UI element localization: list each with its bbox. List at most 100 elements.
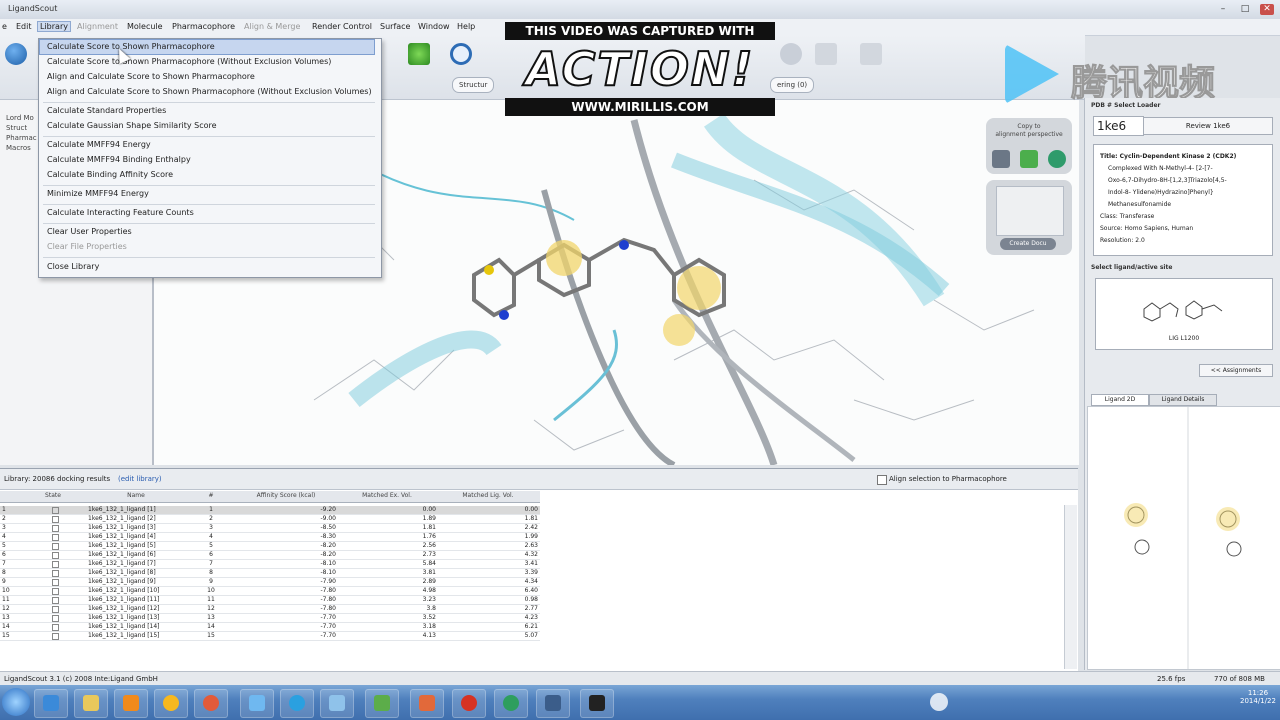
- tab-ligand-2d[interactable]: Ligand 2D: [1091, 394, 1149, 406]
- menu-surface[interactable]: Surface: [380, 22, 410, 31]
- menu-item-gaussian-shape[interactable]: Calculate Gaussian Shape Similarity Scor…: [47, 119, 217, 133]
- menu-item-minimize-energy[interactable]: Minimize MMFF94 Energy: [47, 187, 149, 201]
- tab-ligand-details[interactable]: Ligand Details: [1149, 394, 1217, 406]
- table-row[interactable]: 11 1ke6_132_1_ligand [11] 11 -7.80 3.23 0.98: [0, 596, 540, 605]
- add-feature-icon[interactable]: [408, 43, 430, 65]
- column-header[interactable]: Name: [86, 492, 186, 499]
- assignments-button[interactable]: << Assignments: [1199, 364, 1273, 377]
- align-checkbox[interactable]: [877, 475, 887, 485]
- menu-item-clear-user-properties[interactable]: Clear User Properties: [47, 225, 132, 239]
- table-row[interactable]: 9 1ke6_132_1_ligand [9] 9 -7.90 2.89 4.34: [0, 578, 540, 587]
- menu-alignment[interactable]: Alignment: [77, 22, 118, 31]
- refresh-icon[interactable]: [1048, 150, 1066, 168]
- state-checkbox[interactable]: [52, 534, 59, 541]
- table-row[interactable]: 10 1ke6_132_1_ligand [10] 10 -7.80 4.98 6.40: [0, 587, 540, 596]
- table-row[interactable]: 5 1ke6_132_1_ligand [5] 5 -8.20 2.56 2.63: [0, 542, 540, 551]
- table-row[interactable]: 14 1ke6_132_1_ligand [14] 14 -7.70 3.18 6.21: [0, 623, 540, 632]
- rotate-icon[interactable]: [860, 43, 882, 65]
- menu-help[interactable]: Help: [457, 22, 475, 31]
- menu-window[interactable]: Window: [418, 22, 450, 31]
- maximize-icon[interactable]: □: [1238, 4, 1252, 15]
- taskbar-app[interactable]: [580, 689, 614, 718]
- help-tray-icon[interactable]: [930, 693, 948, 711]
- menu-library[interactable]: Library: [37, 21, 71, 32]
- state-checkbox[interactable]: [52, 597, 59, 604]
- taskbar-app[interactable]: [410, 689, 444, 718]
- menu-item-mmff94-enthalpy[interactable]: Calculate MMFF94 Binding Enthalpy: [47, 153, 191, 167]
- structure-pill[interactable]: Structur: [452, 77, 495, 93]
- taskbar-app[interactable]: [280, 689, 314, 718]
- state-checkbox[interactable]: [52, 552, 59, 559]
- taskbar-app[interactable]: [536, 689, 570, 718]
- taskbar-app[interactable]: [240, 689, 274, 718]
- state-checkbox[interactable]: [52, 525, 59, 532]
- taskbar-app[interactable]: [34, 689, 68, 718]
- back-icon[interactable]: [5, 43, 27, 65]
- close-icon[interactable]: ✕: [1260, 4, 1274, 15]
- table-row[interactable]: 15 1ke6_132_1_ligand [15] 15 -7.70 4.13 5.07: [0, 632, 540, 641]
- menu-item-align-calc-score-no-excl[interactable]: Align and Calculate Score to Shown Pharm…: [47, 85, 372, 99]
- left-panel-item[interactable]: Lord Mo: [6, 114, 34, 122]
- menu-item-calc-score[interactable]: Calculate Score to Shown Pharmacophore: [39, 39, 375, 55]
- state-checkbox[interactable]: [52, 588, 59, 595]
- clock[interactable]: 11:26 2014/1/22: [1240, 689, 1276, 705]
- start-button-icon[interactable]: [2, 688, 30, 716]
- copy-icon[interactable]: [992, 150, 1010, 168]
- table-row[interactable]: 12 1ke6_132_1_ligand [12] 12 -7.80 3.8 2.77: [0, 605, 540, 614]
- menu-molecule[interactable]: Molecule: [127, 22, 163, 31]
- state-checkbox[interactable]: [52, 516, 59, 523]
- column-header[interactable]: Matched Ex. Vol.: [338, 492, 436, 499]
- table-scrollbar[interactable]: [1064, 505, 1077, 669]
- menu-item-standard-properties[interactable]: Calculate Standard Properties: [47, 104, 166, 118]
- table-row[interactable]: 13 1ke6_132_1_ligand [13] 13 -7.70 3.52 4.23: [0, 614, 540, 623]
- left-panel-item[interactable]: Pharmac: [6, 134, 37, 142]
- paste-icon[interactable]: [1020, 150, 1038, 168]
- column-header[interactable]: #: [188, 492, 234, 499]
- table-row[interactable]: 4 1ke6_132_1_ligand [4] 4 -8.30 1.76 1.99: [0, 533, 540, 542]
- scale-icon[interactable]: [815, 43, 837, 65]
- column-header[interactable]: Matched Lig. Vol.: [438, 492, 538, 499]
- menu-item-align-calc-score[interactable]: Align and Calculate Score to Shown Pharm…: [47, 70, 255, 84]
- state-checkbox[interactable]: [52, 570, 59, 577]
- minimize-icon[interactable]: –: [1216, 4, 1230, 15]
- menu-render-control[interactable]: Render Control: [312, 22, 372, 31]
- taskbar-app[interactable]: [74, 689, 108, 718]
- menu-item-calc-score-no-excl[interactable]: Calculate Score to Shown Pharmacophore (…: [47, 55, 331, 69]
- table-row[interactable]: 7 1ke6_132_1_ligand [7] 7 -8.10 5.84 3.41: [0, 560, 540, 569]
- menu-edit[interactable]: Edit: [16, 22, 32, 31]
- state-checkbox[interactable]: [52, 507, 59, 514]
- filtering-pill[interactable]: ering (0): [770, 77, 815, 93]
- column-header[interactable]: State: [28, 492, 78, 499]
- menu-align-merge[interactable]: Align & Merge: [244, 22, 300, 31]
- state-checkbox[interactable]: [52, 543, 59, 550]
- table-row[interactable]: 6 1ke6_132_1_ligand [6] 6 -8.20 2.73 4.32: [0, 551, 540, 560]
- state-checkbox[interactable]: [52, 579, 59, 586]
- target-icon[interactable]: [450, 43, 472, 65]
- table-row[interactable]: 2 1ke6_132_1_ligand [2] 2 -9.00 1.89 1.81: [0, 515, 540, 524]
- taskbar-app[interactable]: [154, 689, 188, 718]
- taskbar-app[interactable]: [194, 689, 228, 718]
- menu-file[interactable]: e: [2, 22, 7, 31]
- ligand-structure-thumbnail[interactable]: LIG L1200: [1095, 278, 1273, 350]
- state-checkbox[interactable]: [52, 561, 59, 568]
- menu-pharmacophore[interactable]: Pharmacophore: [172, 22, 235, 31]
- state-checkbox[interactable]: [52, 606, 59, 613]
- left-panel-item[interactable]: Struct: [6, 124, 27, 132]
- table-row[interactable]: 1 1ke6_132_1_ligand [1] 1 -9.20 0.00 0.00: [0, 506, 540, 515]
- tool-icon[interactable]: [780, 43, 802, 65]
- pdb-id-field[interactable]: 1ke6: [1093, 116, 1144, 136]
- menu-item-mmff94-energy[interactable]: Calculate MMFF94 Energy: [47, 138, 151, 152]
- taskbar-app[interactable]: [320, 689, 354, 718]
- column-header[interactable]: Affinity Score (kcal): [236, 492, 336, 499]
- state-checkbox[interactable]: [52, 633, 59, 640]
- create-docu-button[interactable]: Create Docu: [1000, 238, 1056, 250]
- table-row[interactable]: 8 1ke6_132_1_ligand [8] 8 -8.10 3.81 3.39: [0, 569, 540, 578]
- menu-item-close-library[interactable]: Close Library: [47, 260, 99, 274]
- state-checkbox[interactable]: [52, 624, 59, 631]
- taskbar-app[interactable]: [452, 689, 486, 718]
- taskbar-app[interactable]: [494, 689, 528, 718]
- taskbar-app[interactable]: [365, 689, 399, 718]
- state-checkbox[interactable]: [52, 615, 59, 622]
- menu-item-interacting-feature-counts[interactable]: Calculate Interacting Feature Counts: [47, 206, 194, 220]
- table-row[interactable]: 3 1ke6_132_1_ligand [3] 3 -8.50 1.81 2.42: [0, 524, 540, 533]
